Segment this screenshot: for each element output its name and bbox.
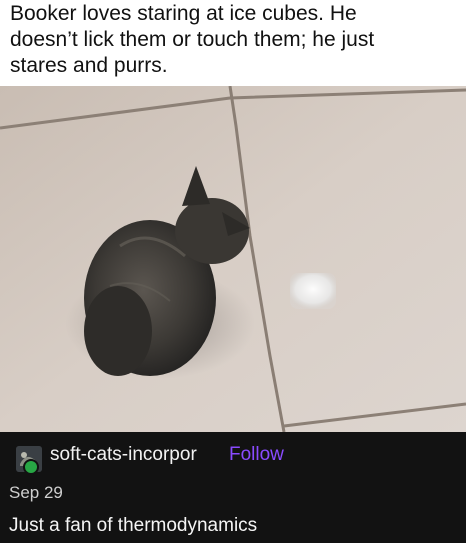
post-text: Just a fan of thermodynamics: [9, 515, 258, 536]
caption-line-2: doesn’t lick them or touch them; he just: [10, 28, 375, 51]
kitten-photo: [0, 86, 466, 432]
caption-line-1: Booker loves staring at ice cubes. He: [10, 2, 357, 25]
post-date: Sep 29: [9, 483, 63, 502]
avatar-badge-icon: [23, 459, 39, 475]
caption-block: Booker loves staring at ice cubes. He do…: [0, 0, 466, 86]
username-link[interactable]: soft-cats-incorpor: [50, 444, 197, 466]
follow-button[interactable]: Follow: [229, 444, 284, 466]
caption-line-3: stares and purrs.: [10, 54, 168, 77]
